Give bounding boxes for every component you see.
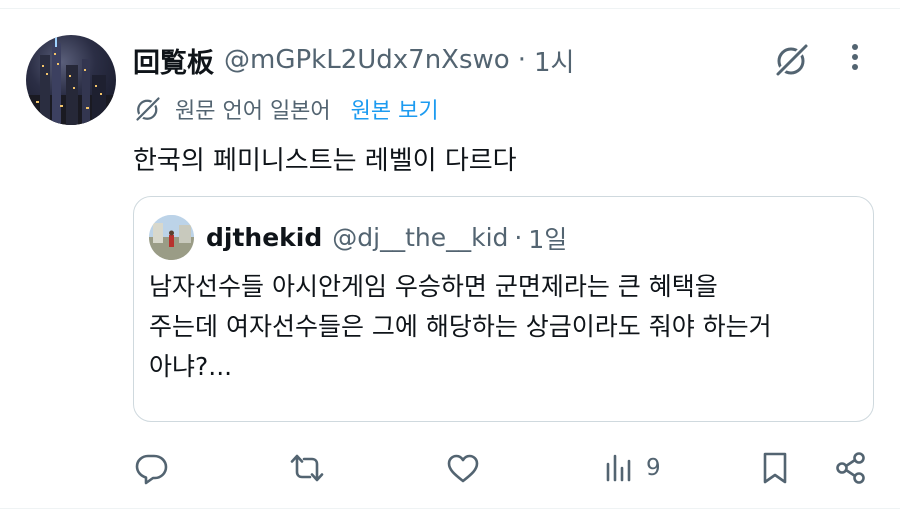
avatar[interactable] [26, 35, 116, 125]
share-button[interactable] [833, 448, 869, 488]
quote-text-line: 남자선수들 아시안게임 우승하면 군면제라는 큰 혜택을 [149, 272, 718, 301]
action-bar: 9 [0, 440, 900, 496]
quote-user-handle[interactable]: @dj__the__kid [332, 223, 508, 252]
street-avatar-image [149, 215, 194, 260]
source-language-label: 원문 언어 일본어 [175, 99, 331, 124]
quote-text-line: 아냐?... [149, 352, 233, 381]
share-icon [836, 452, 865, 484]
tweet-time[interactable]: 1시 [534, 42, 574, 79]
views-icon [606, 454, 631, 482]
bookmark-icon [763, 452, 787, 484]
separator-dot: · [517, 45, 526, 75]
retweet-button[interactable] [289, 448, 325, 488]
views-button[interactable]: 9 [600, 448, 661, 488]
quote-avatar[interactable] [149, 215, 194, 260]
tweet-text: 한국의 페미니스트는 레벨이 다르다 [133, 146, 517, 176]
user-handle[interactable]: @mGPkL2Udx7nXswo [224, 45, 510, 75]
quote-text-line: 주는데 여자선수들은 그에 해당하는 상금이라도 줘야 하는거 [149, 312, 772, 341]
bookmark-button[interactable] [757, 448, 793, 488]
quote-separator-dot: · [514, 223, 523, 252]
tweet-header: 回覧板 @mGPkL2Udx7nXswo · 1시 [133, 40, 574, 80]
grok-icon[interactable] [772, 40, 812, 80]
top-divider [0, 8, 900, 9]
quote-display-name[interactable]: djthekid [206, 223, 322, 252]
quote-text: 남자선수들 아시안게임 우승하면 군면제라는 큰 혜택을 주는데 여자선수들은 … [149, 267, 864, 387]
reply-icon [135, 454, 168, 485]
heart-icon [447, 454, 479, 483]
night-city-avatar-image [26, 37, 116, 125]
more-vertical-icon[interactable] [842, 40, 868, 76]
show-original-link[interactable]: 원본 보기 [351, 93, 439, 125]
bottom-divider [0, 508, 900, 509]
reply-button[interactable] [133, 448, 169, 488]
translate-grok-icon [135, 96, 161, 122]
retweet-icon [290, 454, 324, 482]
quoted-tweet[interactable]: djthekid @dj__the__kid · 1일 남자선수들 아시안게임 … [133, 196, 874, 422]
views-count: 9 [646, 455, 661, 481]
quote-header: djthekid @dj__the__kid · 1일 [206, 215, 567, 260]
display-name[interactable]: 回覧板 [133, 41, 214, 80]
like-button[interactable] [445, 448, 481, 488]
translation-row: 원문 언어 일본어 원본 보기 [133, 92, 439, 126]
quote-time[interactable]: 1일 [528, 220, 567, 256]
